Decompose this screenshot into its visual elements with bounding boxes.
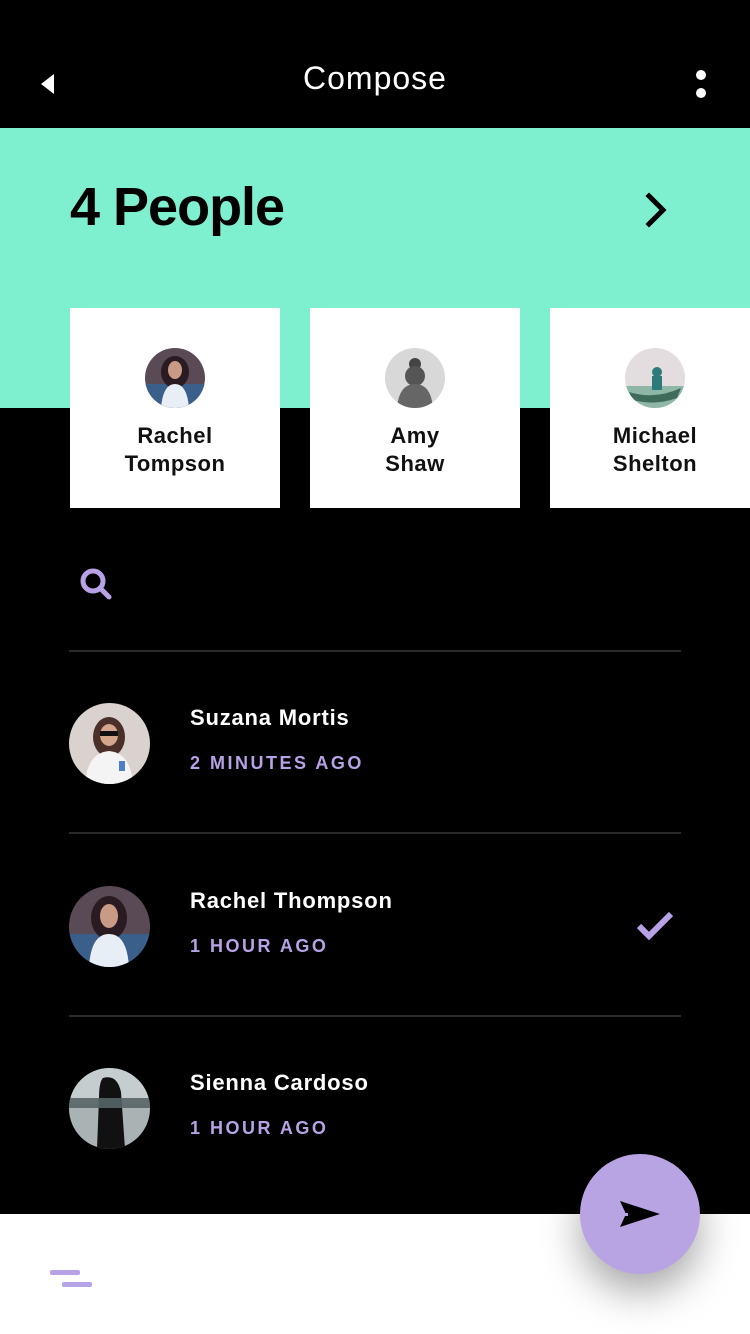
search-bar <box>70 552 682 612</box>
contact-timestamp: 1 HOUR AGO <box>190 936 329 956</box>
selected-person-card[interactable]: Rachel Tompson <box>70 308 280 508</box>
checkmark-icon <box>636 911 674 941</box>
page-title: Compose <box>303 60 447 96</box>
avatar <box>625 348 685 408</box>
top-bar: Compose <box>0 0 750 128</box>
divider <box>69 832 681 834</box>
list-item[interactable]: Sienna Cardoso 1 HOUR AGO <box>69 1068 681 1188</box>
search-icon[interactable] <box>78 566 114 602</box>
menu-button[interactable] <box>44 1262 100 1296</box>
divider <box>69 650 681 652</box>
list-item[interactable]: Suzana Mortis 2 MINUTES AGO <box>69 703 681 823</box>
divider <box>69 1015 681 1017</box>
contact-timestamp: 2 MINUTES AGO <box>190 753 364 773</box>
selected-person-card[interactable]: Michael Shelton <box>550 308 750 508</box>
avatar <box>385 348 445 408</box>
card-name: Rachel Tompson <box>70 422 280 478</box>
more-options-button[interactable] <box>686 64 716 104</box>
contact-name: Sienna Cardoso <box>190 1070 369 1095</box>
search-input[interactable] <box>130 562 670 602</box>
contact-timestamp: 1 HOUR AGO <box>190 1118 329 1138</box>
selected-person-card[interactable]: Amy Shaw <box>310 308 520 508</box>
people-count-title: 4 People <box>70 177 285 237</box>
contact-name: Rachel Thompson <box>190 888 393 913</box>
card-first-name: Amy <box>390 423 440 448</box>
list-item[interactable]: Rachel Thompson 1 HOUR AGO <box>69 886 681 1006</box>
hamburger-menu-icon <box>50 1270 80 1275</box>
avatar <box>69 886 150 967</box>
kebab-menu-icon-dot <box>696 88 706 98</box>
kebab-menu-icon <box>696 70 706 80</box>
card-first-name: Michael <box>612 423 698 448</box>
card-first-name: Rachel <box>137 423 213 448</box>
contact-name: Suzana Mortis <box>190 705 350 730</box>
avatar <box>69 703 150 784</box>
send-button[interactable] <box>580 1154 700 1274</box>
avatar <box>69 1068 150 1149</box>
card-name: Michael Shelton <box>550 422 750 478</box>
hamburger-menu-icon-line <box>62 1282 92 1287</box>
avatar <box>145 348 205 408</box>
card-last-name: Shaw <box>385 451 445 476</box>
send-icon <box>618 1201 660 1227</box>
card-last-name: Tompson <box>124 451 226 476</box>
card-name: Amy Shaw <box>310 422 520 478</box>
chevron-right-icon[interactable] <box>636 190 676 230</box>
card-last-name: Shelton <box>612 451 698 476</box>
